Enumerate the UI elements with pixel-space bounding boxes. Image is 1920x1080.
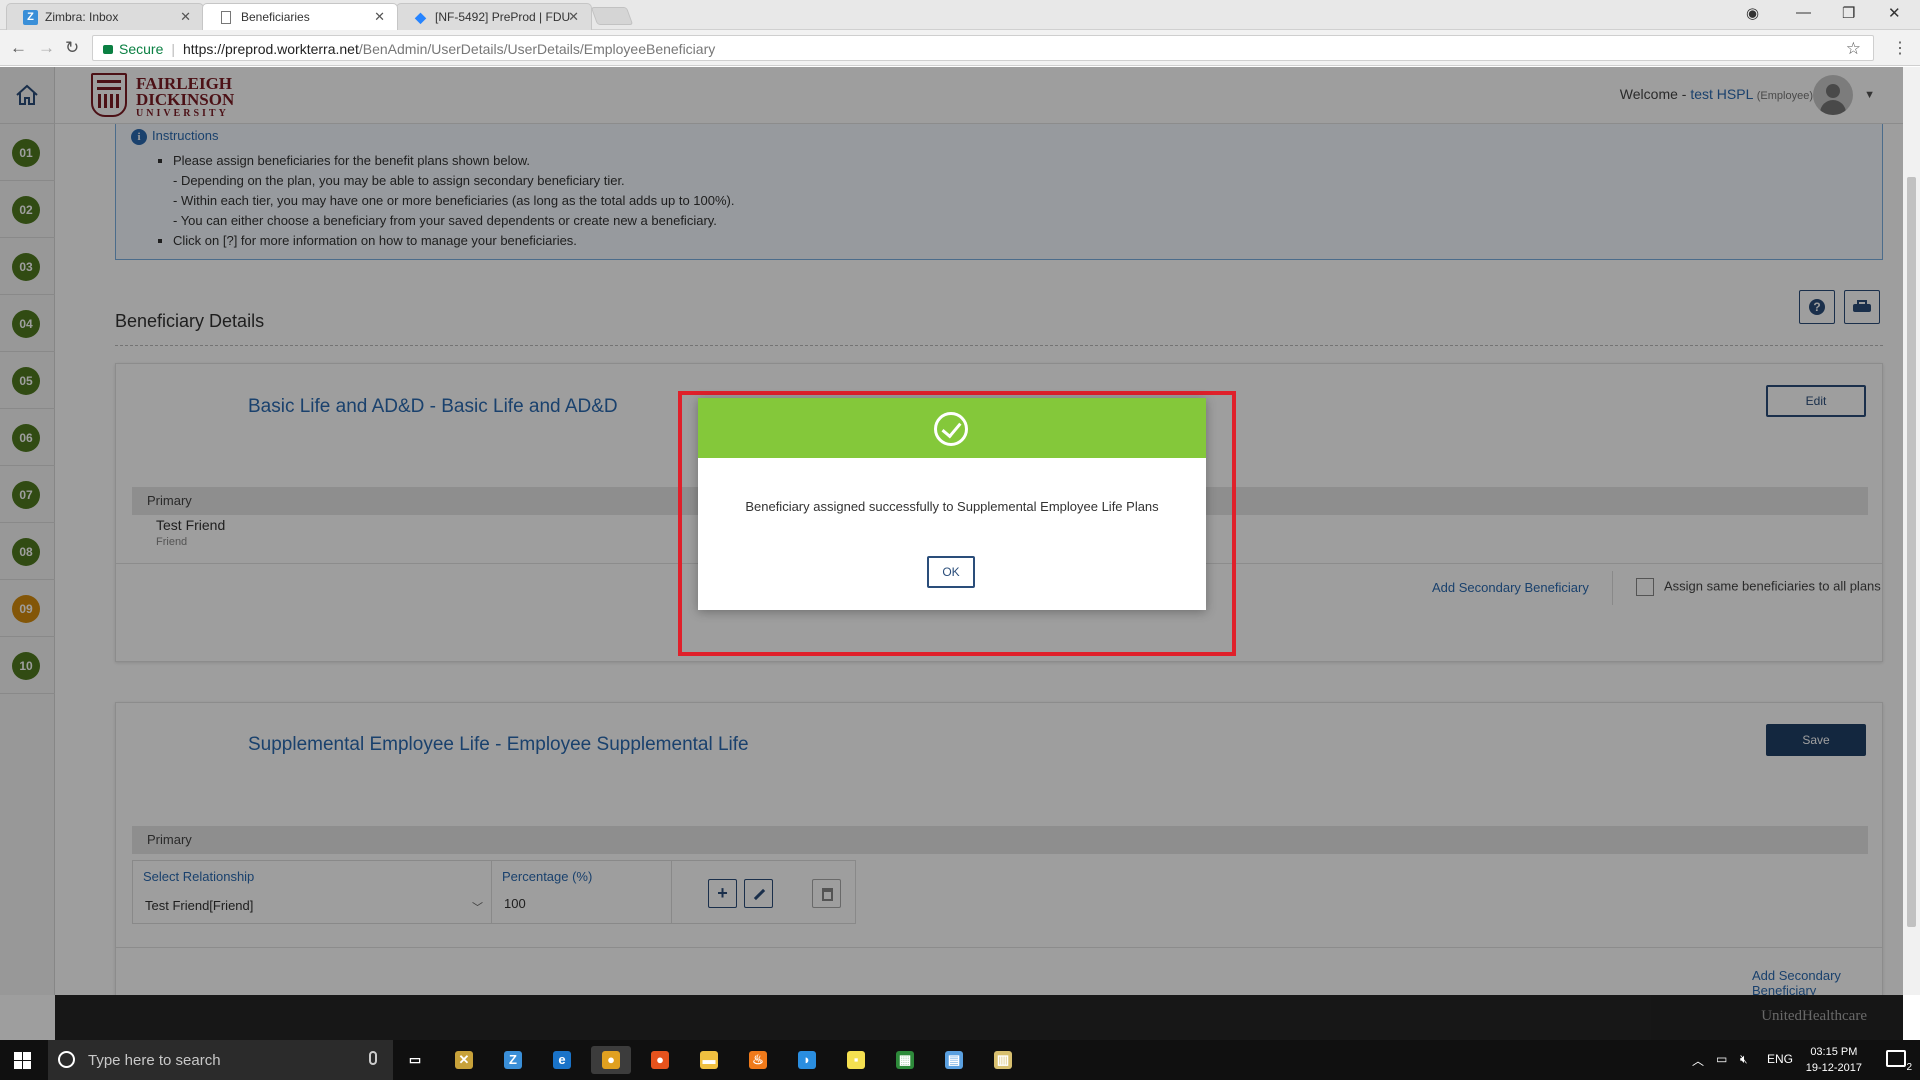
document-app-button[interactable]: ▤ [940, 1046, 968, 1074]
file-explorer-app-icon: ▬ [700, 1051, 718, 1069]
spreadsheet-app-icon: ▦ [896, 1051, 914, 1069]
zimbra-app-icon: Z [504, 1051, 522, 1069]
search-placeholder: Type here to search [88, 1052, 221, 1069]
address-input[interactable]: Secure | https://preprod.workterra.net/Ben… [92, 35, 1874, 61]
sticky-notes-app-icon: ▪ [847, 1051, 865, 1069]
cortana-icon [58, 1051, 75, 1068]
flame-app-button[interactable]: ♨ [744, 1046, 772, 1074]
chrome-app-button[interactable]: ● [591, 1046, 631, 1074]
minimize-icon[interactable]: — [1796, 4, 1811, 21]
chevron-up-icon[interactable]: ︿ [1692, 1052, 1704, 1069]
microphone-icon[interactable] [369, 1051, 377, 1065]
tab-label: Beneficiaries [241, 10, 310, 24]
page-scrollbar[interactable] [1903, 67, 1920, 995]
lock-icon [103, 45, 113, 54]
tab-jira-issue[interactable]: ◆ [NF-5492] PreProd | FDU ✕ [396, 3, 592, 30]
clock-time: 03:15 PM [1810, 1046, 1858, 1058]
firefox-app-button[interactable]: ● [646, 1046, 674, 1074]
clock-date: 19-12-2017 [1805, 1062, 1862, 1074]
edge-app-button[interactable]: e [548, 1046, 576, 1074]
messenger-app-button[interactable]: ◗ [793, 1046, 821, 1074]
file-explorer-app-button[interactable]: ▬ [695, 1046, 723, 1074]
jira-favicon-icon: ◆ [415, 9, 426, 25]
url-host: https://preprod.workterra.net [183, 41, 359, 57]
tab-label: [NF-5492] PreProd | FDU [435, 10, 571, 24]
taskbar-search-input[interactable]: Type here to search [48, 1040, 393, 1080]
check-circle-icon [934, 412, 968, 446]
reload-icon[interactable]: ↻ [65, 38, 79, 58]
secure-label: Secure [119, 41, 164, 57]
tools-app-icon: ✕ [455, 1051, 473, 1069]
firefox-app-icon: ● [651, 1051, 669, 1069]
close-tab-icon[interactable]: ✕ [180, 9, 191, 25]
zimbra-app-button[interactable]: Z [499, 1046, 527, 1074]
volume-muted-icon[interactable]: 🔇︎ [1740, 1052, 1748, 1067]
url-path: /BenAdmin/UserDetails/UserDetails/Employ… [358, 41, 716, 57]
document-app-icon: ▤ [945, 1051, 963, 1069]
sticky-notes-app-button[interactable]: ▪ [842, 1046, 870, 1074]
windows-taskbar: Type here to search ▭ ✕ Ze ● ● ▬ ♨ ◗ ▪ ▦ ▤ ▥ ︿ ▭ 🔇︎… [0, 1040, 1920, 1080]
ok-button[interactable]: OK [927, 556, 975, 588]
notification-count: 2 [1906, 1062, 1912, 1073]
browser-toolbar: ← → ↻ Secure | https://preprod.workterra.n… [0, 30, 1920, 66]
chrome-app-icon: ● [602, 1051, 620, 1069]
tools-app-button[interactable]: ✕ [450, 1046, 478, 1074]
spreadsheet-app-button[interactable]: ▦ [891, 1046, 919, 1074]
zimbra-favicon-icon: Z [23, 10, 38, 25]
flame-app-icon: ♨ [749, 1051, 767, 1069]
close-tab-icon[interactable]: ✕ [374, 9, 385, 25]
dialog-header [698, 398, 1206, 458]
archive-app-icon: ▥ [994, 1051, 1012, 1069]
action-center-icon[interactable]: 2 [1886, 1050, 1912, 1073]
tab-label: Zimbra: Inbox [45, 10, 119, 24]
tab-beneficiaries[interactable]: Beneficiaries ✕ [202, 3, 398, 30]
forward-arrow-icon[interactable]: → [38, 38, 55, 58]
success-dialog: Beneficiary assigned successfully to Sup… [698, 398, 1206, 610]
close-tab-icon[interactable]: ✕ [568, 9, 579, 25]
bookmark-star-icon[interactable]: ☆ [1846, 39, 1861, 59]
messenger-app-icon: ◗ [798, 1051, 816, 1069]
document-favicon-icon [221, 11, 231, 24]
edge-app-icon: e [553, 1051, 571, 1069]
dialog-message: Beneficiary assigned successfully to Sup… [745, 499, 1159, 514]
browser-tab-bar: Z Zimbra: Inbox ✕ Beneficiaries ✕ ◆ [NF-… [0, 0, 1920, 30]
back-arrow-icon[interactable]: ← [10, 38, 27, 58]
task-view-icon: ▭ [406, 1051, 424, 1069]
new-tab-button[interactable] [590, 7, 634, 25]
taskbar-clock[interactable]: 03:15 PM 19-12-2017 [1806, 1044, 1862, 1076]
restore-icon[interactable]: ❐ [1842, 4, 1855, 22]
profile-icon[interactable]: ◉ [1746, 4, 1759, 22]
tab-zimbra-inbox[interactable]: Z Zimbra: Inbox ✕ [6, 3, 204, 30]
scrollbar-thumb[interactable] [1907, 177, 1916, 927]
task-view-button[interactable]: ▭ [401, 1046, 429, 1074]
archive-app-button[interactable]: ▥ [989, 1046, 1017, 1074]
close-window-icon[interactable]: ✕ [1888, 4, 1901, 22]
language-indicator[interactable]: ENG [1767, 1052, 1793, 1066]
windows-start-icon[interactable] [14, 1052, 31, 1069]
browser-menu-icon[interactable]: ⋮ [1892, 38, 1908, 58]
network-icon[interactable]: ▭ [1716, 1052, 1727, 1066]
